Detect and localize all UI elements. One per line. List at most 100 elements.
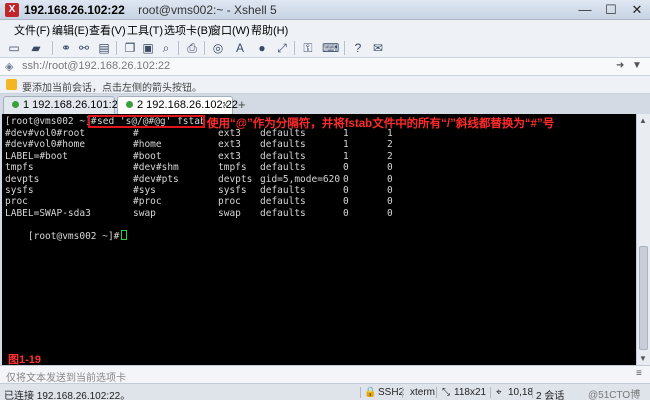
fstab-field: ext3: [218, 150, 241, 162]
tab-session-2[interactable]: 2 192.168.26.102:22 ×: [117, 96, 238, 114]
fstab-field: swap: [133, 207, 156, 219]
menu-window[interactable]: 窗口(W): [210, 22, 250, 38]
tab-label: 1 192.168.26.101:22: [23, 99, 124, 111]
tab-close-icon[interactable]: ×: [222, 97, 228, 114]
menu-help[interactable]: 帮助(H): [251, 22, 288, 38]
position-icon: ⌖: [496, 387, 502, 398]
fstab-field: sysfs: [218, 185, 247, 196]
status-bar: 已连接 192.168.26.102:22。 🔒 SSH2 xterm ⤡ 11…: [0, 383, 650, 400]
scroll-down-icon[interactable]: ▼: [639, 354, 647, 363]
fstab-field: #sys: [133, 185, 156, 196]
fstab-field: defaults: [260, 162, 306, 174]
fstab-field: 1: [387, 128, 393, 139]
status-size: 118x21: [454, 387, 487, 398]
toolbar-separator: [204, 41, 205, 55]
new-tab-button[interactable]: +: [238, 97, 246, 112]
go-arrow-icon[interactable]: ➜: [616, 60, 624, 71]
link-icon[interactable]: ⚭: [58, 40, 74, 56]
cursor-icon: [121, 230, 128, 240]
watermark: @51CTO博客: [588, 390, 641, 400]
fstab-field: defaults: [260, 128, 306, 139]
fstab-field: ext3: [218, 128, 241, 139]
fstab-field: #proc: [133, 196, 162, 208]
color-icon[interactable]: ●: [254, 40, 270, 56]
chat-icon[interactable]: ✉: [370, 40, 386, 56]
scrollbar-thumb[interactable]: [639, 246, 648, 350]
menu-view[interactable]: 查看(V): [89, 22, 126, 38]
title-host: 192.168.26.102:22: [24, 3, 125, 17]
fstab-field: defaults: [260, 185, 306, 196]
hint-text: 要添加当前会话，点击左侧的箭头按钮。: [22, 83, 202, 94]
status-separator: [436, 387, 437, 398]
fstab-field: sysfs: [5, 185, 34, 196]
fstab-field: 1: [343, 128, 349, 139]
fullscreen-icon[interactable]: ⤢: [274, 40, 290, 56]
status-terminal-type: xterm: [410, 387, 435, 398]
status-separator: [490, 387, 491, 398]
fstab-field: defaults: [260, 150, 306, 162]
status-separator: [402, 387, 403, 398]
status-protocol: SSH2: [378, 387, 405, 398]
fstab-field: tmpfs: [218, 162, 247, 174]
fstab-field: #dev#pts: [133, 173, 179, 185]
bookmark-icon[interactable]: [6, 79, 17, 90]
lock-icon[interactable]: ⚿: [300, 40, 316, 56]
new-session-icon[interactable]: ▭: [6, 40, 22, 56]
compose-bar: 仅将文本发送到当前选项卡 ≡: [0, 365, 650, 384]
compose-input[interactable]: 仅将文本发送到当前选项卡: [6, 369, 126, 384]
lock-status-icon: 🔒: [364, 387, 377, 398]
status-sessions: 2 会话: [536, 391, 565, 400]
figure-label: 图1-19: [8, 354, 42, 365]
menu-bar: 文件(F) 编辑(E) 查看(V) 工具(T) 选项卡(B) 窗口(W) 帮助(…: [0, 20, 650, 38]
command-line: [root@vms002 ~]# sed 's@/@#@g' fstab: [5, 116, 206, 128]
menu-tools[interactable]: 工具(T): [127, 22, 163, 38]
session-lock-icon: ◈: [5, 61, 14, 73]
disconnect-icon[interactable]: ⚯: [76, 40, 92, 56]
tab-session-1[interactable]: 1 192.168.26.101:22: [3, 96, 124, 114]
find-icon[interactable]: ⌕: [158, 40, 174, 56]
fstab-field: 0: [387, 207, 393, 219]
fstab-field: #dev#vol0#home: [5, 139, 86, 151]
fstab-field: LABEL=#boot: [5, 150, 68, 162]
prompt: [root@vms002 ~]#: [27, 231, 120, 242]
terminal-area[interactable]: [root@vms002 ~]# sed 's@/@#@g' fstab 使用“…: [2, 114, 636, 365]
compose-menu-icon[interactable]: ≡: [636, 368, 642, 379]
menu-file[interactable]: 文件(F): [14, 22, 50, 38]
fstab-field: #dev#shm: [133, 162, 179, 174]
copy-icon[interactable]: ❐: [122, 40, 138, 56]
print-icon[interactable]: ⎙: [184, 40, 200, 56]
properties-icon[interactable]: ▤: [96, 40, 112, 56]
menu-tabs[interactable]: 选项卡(B): [164, 22, 212, 38]
globe-icon[interactable]: ◎: [210, 40, 226, 56]
fstab-field: 0: [387, 196, 393, 208]
tab-bar: 1 192.168.26.101:22 2 192.168.26.102:22 …: [0, 94, 650, 114]
fstab-field: 0: [343, 162, 349, 174]
open-folder-icon[interactable]: ▰: [28, 40, 44, 56]
prompt: [root@vms002 ~]#: [5, 116, 97, 127]
menu-edit[interactable]: 编辑(E): [52, 22, 89, 38]
address-input[interactable]: ssh://root@192.168.26.102:22: [22, 60, 170, 72]
keyboard-icon[interactable]: ⌨: [322, 40, 339, 56]
fstab-field: 0: [387, 173, 393, 185]
close-window-button[interactable]: ✕: [624, 0, 650, 19]
fstab-field: defaults: [260, 196, 306, 208]
status-connection: 已连接 192.168.26.102:22。: [4, 391, 131, 400]
fstab-field: tmpfs: [5, 162, 34, 174]
window-title: 192.168.26.102:22 root@vms002:~ - Xshell…: [24, 3, 277, 17]
fstab-field: proc: [218, 196, 241, 208]
minimize-button[interactable]: —: [572, 0, 598, 19]
maximize-button[interactable]: ☐: [598, 0, 624, 19]
help-icon[interactable]: ?: [350, 40, 366, 56]
size-icon: ⤡: [442, 387, 450, 398]
fstab-field: proc: [5, 196, 28, 208]
font-icon[interactable]: A: [232, 40, 248, 56]
fstab-field: devpts: [218, 173, 253, 185]
terminal-scrollbar[interactable]: ▲ ▼: [636, 114, 650, 365]
address-dropdown-icon[interactable]: ▼: [632, 60, 642, 71]
fstab-field: #boot: [133, 150, 162, 162]
scroll-up-icon[interactable]: ▲: [639, 116, 647, 125]
paste-icon[interactable]: ▣: [140, 40, 156, 56]
fstab-field: 2: [387, 139, 393, 151]
fstab-field: ext3: [218, 139, 241, 151]
toolbar-separator: [178, 41, 179, 55]
